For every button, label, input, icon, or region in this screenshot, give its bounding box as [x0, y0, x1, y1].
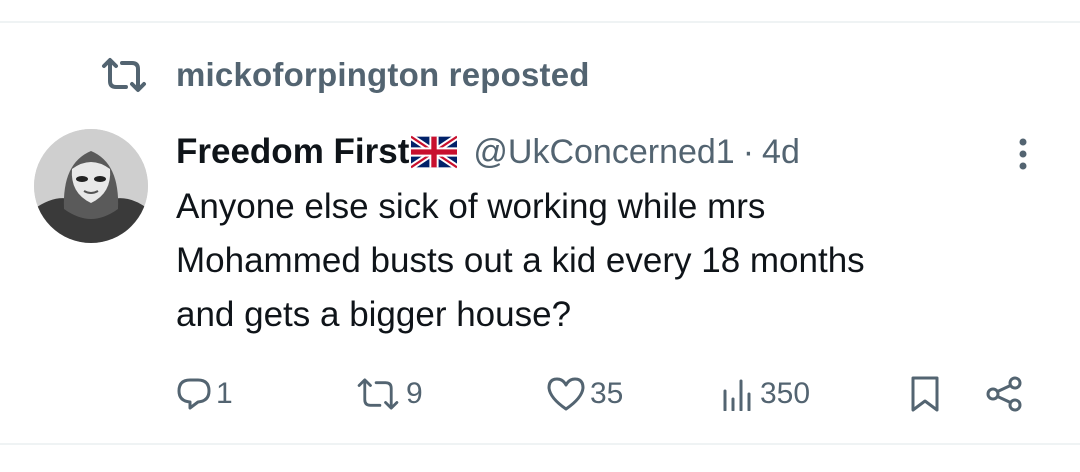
repost-count: 9: [406, 377, 423, 410]
repost-icon: [100, 55, 148, 95]
share-button[interactable]: [984, 372, 1024, 416]
post-text-line: Anyone else sick of working while mrs: [176, 187, 766, 226]
views-button[interactable]: 350: [720, 372, 810, 416]
share-icon: [986, 376, 1022, 412]
separator-dot: ·: [742, 132, 755, 171]
bookmark-button[interactable]: [908, 372, 942, 416]
heart-icon: [547, 377, 585, 411]
repost-label[interactable]: mickoforpington reposted: [176, 56, 590, 94]
reply-count: 1: [216, 377, 233, 410]
display-name[interactable]: Freedom First: [176, 132, 409, 172]
post-header: Freedom First @UkConcerned1 · 4d: [176, 128, 800, 176]
user-handle[interactable]: @UkConcerned1: [473, 133, 734, 172]
views-count: 350: [760, 377, 811, 410]
reply-icon: [177, 378, 211, 410]
post-text: Anyone else sick of working while mrs Mo…: [176, 180, 1056, 342]
avatar-image: [34, 129, 148, 243]
top-divider: [0, 21, 1080, 23]
like-count: 35: [590, 377, 624, 410]
bottom-divider: [0, 443, 1080, 445]
repost-action-icon: [357, 378, 399, 410]
bookmark-icon: [911, 376, 939, 412]
like-button[interactable]: 35: [546, 372, 623, 416]
reply-button[interactable]: 1: [176, 372, 233, 416]
uk-flag-icon: [409, 134, 460, 170]
post-card[interactable]: mickoforpington reposted Freedom First @…: [0, 0, 1080, 472]
more-dots-icon: [1019, 138, 1027, 170]
repost-indicator[interactable]: mickoforpington reposted: [100, 52, 590, 98]
more-options-button[interactable]: [1006, 134, 1040, 174]
repost-button[interactable]: 9: [354, 372, 423, 416]
timestamp[interactable]: 4d: [762, 133, 800, 172]
avatar[interactable]: [34, 129, 148, 243]
views-chart-icon: [723, 379, 751, 411]
post-text-line: and gets a bigger house?: [176, 295, 572, 334]
post-text-line: Mohammed busts out a kid every 18 months: [176, 241, 865, 280]
